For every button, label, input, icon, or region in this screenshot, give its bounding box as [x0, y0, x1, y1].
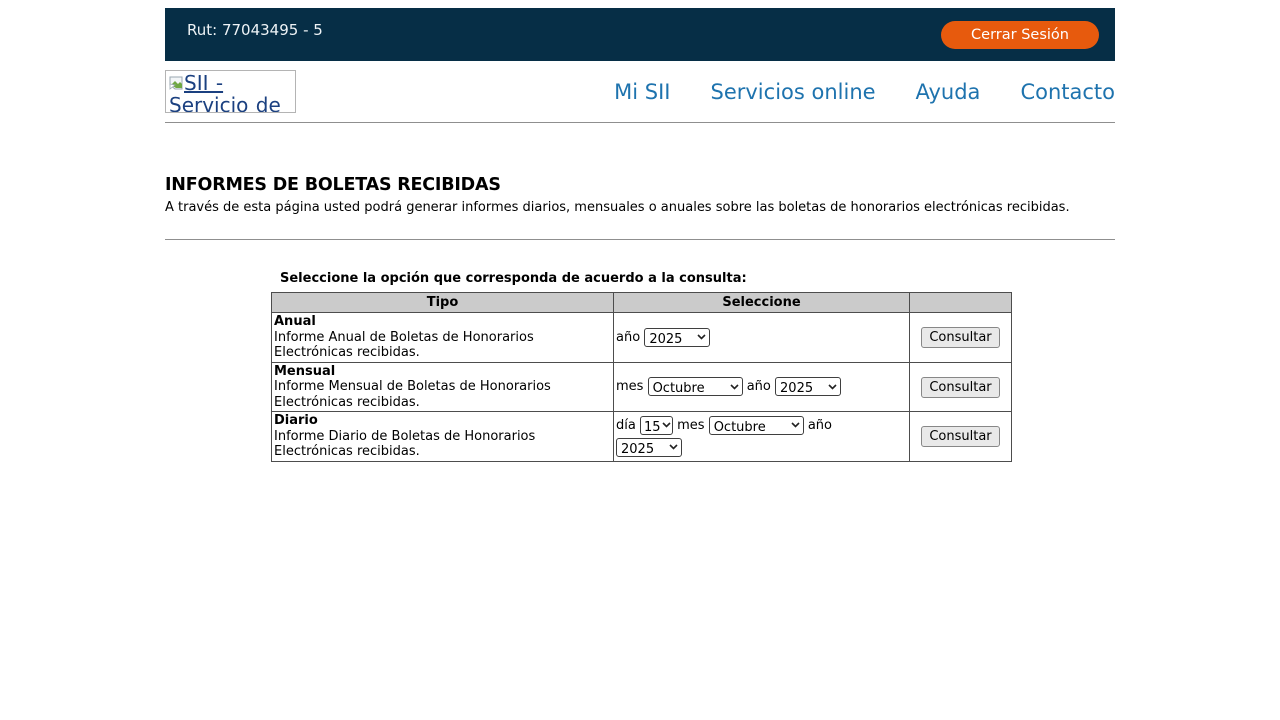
- nav-servicios-online[interactable]: Servicios online: [711, 80, 876, 104]
- mensual-month-label: mes: [616, 379, 643, 394]
- mensual-month-select[interactable]: Octubre: [649, 380, 742, 397]
- mensual-description: Informe Mensual de Boletas de Honorarios…: [274, 379, 551, 410]
- session-bar: Rut: 77043495 - 5 Cerrar Sesión: [165, 8, 1115, 61]
- diario-type-label: Diario: [274, 413, 611, 429]
- report-options-table: Tipo Seleccione AnualInforme Anual de Bo…: [271, 292, 1012, 462]
- anual-action-cell: Consultar: [910, 313, 1012, 363]
- diario-year-select[interactable]: 2025: [617, 441, 681, 458]
- anual-year-select[interactable]: 2025: [645, 331, 709, 348]
- diario-select-cell: día 15 mes Octubre: [614, 412, 910, 462]
- broken-image-icon: [169, 72, 183, 94]
- mensual-year-select[interactable]: 2025: [776, 380, 840, 397]
- diario-month-select-box: Octubre: [709, 416, 804, 435]
- report-form-section: Seleccione la opción que corresponda de …: [271, 271, 1115, 462]
- site-header: SII - Servicio de Mi SII Servicios onlin…: [165, 70, 1115, 113]
- diario-day-label: día: [616, 418, 636, 433]
- table-row-mensual: MensualInforme Mensual de Boletas de Hon…: [272, 362, 1012, 412]
- diario-day-select[interactable]: 15: [641, 419, 672, 436]
- mensual-type-cell: MensualInforme Mensual de Boletas de Hon…: [272, 362, 614, 412]
- mensual-year-label: año: [747, 379, 771, 394]
- logo-alt-text: SII - Servicio de: [169, 71, 281, 113]
- diario-consultar-button[interactable]: Consultar: [921, 426, 1000, 447]
- column-header-tipo: Tipo: [272, 293, 614, 313]
- anual-year-label: año: [616, 330, 640, 345]
- column-header-seleccione: Seleccione: [614, 293, 910, 313]
- diario-month-label: mes: [677, 418, 704, 433]
- page-description: A través de esta página usted podrá gene…: [165, 200, 1115, 215]
- mensual-year-select-box: 2025: [775, 377, 841, 396]
- logo-alt-label: SII - Servicio de: [169, 71, 281, 113]
- diario-description: Informe Diario de Boletas de Honorarios …: [274, 429, 535, 460]
- mensual-month-select-box: Octubre: [648, 377, 743, 396]
- logout-button[interactable]: Cerrar Sesión: [941, 21, 1099, 49]
- table-row-diario: DiarioInforme Diario de Boletas de Honor…: [272, 412, 1012, 462]
- nav-contacto[interactable]: Contacto: [1020, 80, 1115, 104]
- form-caption: Seleccione la opción que corresponda de …: [271, 271, 1115, 286]
- diario-day-select-box: 15: [640, 416, 673, 435]
- nav-mi-sii[interactable]: Mi SII: [614, 80, 670, 104]
- mensual-action-cell: Consultar: [910, 362, 1012, 412]
- sii-logo-broken-image[interactable]: SII - Servicio de: [165, 70, 296, 113]
- header-divider: [165, 122, 1115, 123]
- anual-type-label: Anual: [274, 314, 611, 330]
- rut-label: Rut: 77043495 - 5: [187, 21, 323, 39]
- diario-type-cell: DiarioInforme Diario de Boletas de Honor…: [272, 412, 614, 462]
- page-container: Rut: 77043495 - 5 Cerrar Sesión SII - Se…: [165, 0, 1115, 462]
- diario-year-label: año: [808, 418, 832, 433]
- page-title: INFORMES DE BOLETAS RECIBIDAS: [165, 176, 1115, 195]
- main-nav: Mi SII Servicios online Ayuda Contacto: [614, 80, 1115, 104]
- diario-action-cell: Consultar: [910, 412, 1012, 462]
- column-header-action: [910, 293, 1012, 313]
- anual-select-cell: año 2025: [614, 313, 910, 363]
- table-header-row: Tipo Seleccione: [272, 293, 1012, 313]
- nav-ayuda[interactable]: Ayuda: [916, 80, 981, 104]
- intro-divider: [165, 239, 1115, 240]
- anual-year-select-box: 2025: [644, 328, 710, 347]
- mensual-consultar-button[interactable]: Consultar: [921, 377, 1000, 398]
- anual-description: Informe Anual de Boletas de Honorarios E…: [274, 330, 534, 361]
- anual-type-cell: AnualInforme Anual de Boletas de Honorar…: [272, 313, 614, 363]
- mensual-type-label: Mensual: [274, 364, 611, 380]
- diario-year-select-box: 2025: [616, 438, 682, 457]
- table-row-anual: AnualInforme Anual de Boletas de Honorar…: [272, 313, 1012, 363]
- mensual-select-cell: mes Octubre año 2025: [614, 362, 910, 412]
- diario-month-select[interactable]: Octubre: [710, 419, 803, 436]
- anual-consultar-button[interactable]: Consultar: [921, 327, 1000, 348]
